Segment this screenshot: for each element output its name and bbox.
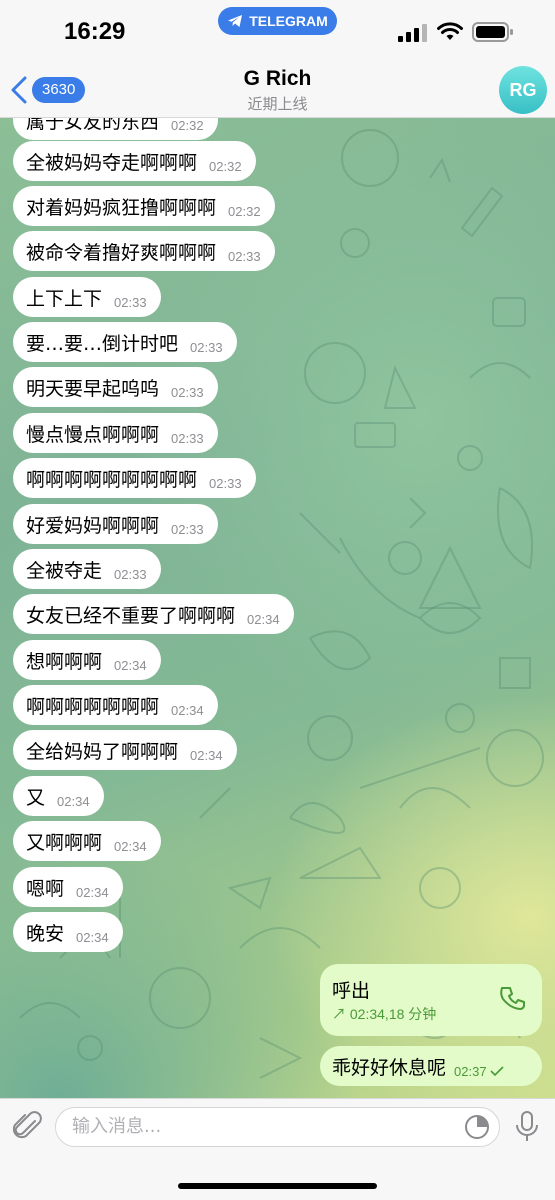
phone-icon[interactable] <box>500 986 526 1012</box>
attachment-icon[interactable] <box>13 1111 43 1143</box>
incoming-message[interactable]: 又啊啊啊 02:34 <box>13 821 161 861</box>
avatar[interactable]: RG <box>499 66 547 114</box>
message-time: 02:37 <box>454 1063 487 1079</box>
message-text: 全被夺走 <box>26 559 103 582</box>
message-text: 属于女友的东西 <box>26 118 160 133</box>
message-text: 明天要早起呜呜 <box>26 377 160 400</box>
message-time: 02:32 <box>209 158 242 174</box>
message-text: 啊啊啊啊啊啊啊啊啊 <box>26 468 198 491</box>
incoming-message[interactable]: 啊啊啊啊啊啊啊啊啊 02:33 <box>13 458 256 498</box>
message-time: 02:32 <box>171 118 204 133</box>
message-time: 02:33 <box>171 430 204 446</box>
incoming-message[interactable]: 属于女友的东西 02:32 <box>13 118 218 140</box>
incoming-message[interactable]: 想啊啊啊 02:34 <box>13 640 161 680</box>
message-time: 02:33 <box>114 294 147 310</box>
telegram-icon <box>228 15 243 27</box>
incoming-message[interactable]: 全被妈妈夺走啊啊啊 02:32 <box>13 141 256 181</box>
message-text: 又 <box>26 786 46 809</box>
status-bar: 16:29 TELEGRAM <box>0 0 555 60</box>
incoming-message[interactable]: 全给妈妈了啊啊啊 02:34 <box>13 730 237 770</box>
chat-header: 3630 G Rich 近期上线 RG <box>0 60 555 118</box>
message-time: 02:34 <box>190 747 223 763</box>
message-time: 02:34 <box>247 611 280 627</box>
message-time: 02:33 <box>171 384 204 400</box>
message-time: 02:33 <box>171 521 204 537</box>
incoming-message[interactable]: 明天要早起呜呜 02:33 <box>13 367 218 407</box>
sticker-icon[interactable] <box>464 1114 490 1140</box>
incoming-message[interactable]: 全被夺走 02:33 <box>13 549 161 589</box>
call-label: 呼出 <box>332 980 371 1002</box>
incoming-message[interactable]: 啊啊啊啊啊啊啊 02:34 <box>13 685 218 725</box>
outgoing-message[interactable]: 乖好好休息呢 02:37 <box>320 1046 542 1086</box>
chat-area[interactable]: 属于女友的东西 02:32 全被妈妈夺走啊啊啊 02:32 对着妈妈疯狂撸啊啊啊… <box>0 118 555 1098</box>
message-time: 02:33 <box>228 248 261 264</box>
incoming-message[interactable]: 对着妈妈疯狂撸啊啊啊 02:32 <box>13 186 275 226</box>
signal-icon <box>398 24 427 42</box>
message-time: 02:34 <box>57 793 90 809</box>
message-input[interactable]: 输入消息... <box>55 1107 500 1147</box>
telegram-pill[interactable]: TELEGRAM <box>218 7 337 35</box>
incoming-message[interactable]: 上下上下 02:33 <box>13 277 161 317</box>
incoming-message[interactable]: 被命令着撸好爽啊啊啊 02:33 <box>13 231 275 271</box>
incoming-message[interactable]: 好爱妈妈啊啊啊 02:33 <box>13 504 218 544</box>
incoming-message[interactable]: 慢点慢点啊啊啊 02:33 <box>13 413 218 453</box>
telegram-pill-label: TELEGRAM <box>249 13 328 29</box>
message-text: 好爱妈妈啊啊啊 <box>26 514 160 537</box>
message-text: 啊啊啊啊啊啊啊 <box>26 695 160 718</box>
status-time: 16:29 <box>64 18 126 45</box>
message-time: 02:34 <box>76 884 109 900</box>
message-input-bar: 输入消息... <box>0 1098 555 1200</box>
message-text: 晚安 <box>26 922 65 945</box>
incoming-message[interactable]: 又 02:34 <box>13 776 104 816</box>
message-text: 又啊啊啊 <box>26 831 103 854</box>
battery-icon <box>472 22 513 42</box>
message-text: 对着妈妈疯狂撸啊啊啊 <box>26 196 217 219</box>
message-text: 全被妈妈夺走啊啊啊 <box>26 151 198 174</box>
message-text: 上下上下 <box>26 287 103 310</box>
message-text: 要…要…倒计时吧 <box>26 332 179 355</box>
message-time: 02:34 <box>114 657 147 673</box>
message-text: 嗯啊 <box>26 877 65 900</box>
message-time: 02:34 <box>171 702 204 718</box>
message-text: 慢点慢点啊啊啊 <box>26 423 160 446</box>
sent-check-icon <box>489 1066 504 1077</box>
chat-status: 近期上线 <box>247 95 308 113</box>
wifi-icon <box>437 22 463 40</box>
chat-title[interactable]: G Rich <box>0 67 555 91</box>
message-time: 02:32 <box>228 203 261 219</box>
call-meta: ↗ 02:34,18 分钟 <box>332 1006 437 1022</box>
message-text: 全给妈妈了啊啊啊 <box>26 740 179 763</box>
message-time: 02:33 <box>114 566 147 582</box>
message-time: 02:34 <box>76 929 109 945</box>
message-time: 02:34 <box>114 838 147 854</box>
microphone-icon[interactable] <box>514 1111 540 1143</box>
message-text: 被命令着撸好爽啊啊啊 <box>26 241 217 264</box>
incoming-message[interactable]: 晚安 02:34 <box>13 912 123 952</box>
incoming-message[interactable]: 女友已经不重要了啊啊啊 02:34 <box>13 594 294 634</box>
message-time: 02:33 <box>190 339 223 355</box>
outgoing-call-bubble[interactable]: 呼出 ↗ 02:34,18 分钟 <box>320 964 542 1036</box>
incoming-message[interactable]: 嗯啊 02:34 <box>13 867 123 907</box>
home-indicator <box>178 1183 377 1189</box>
incoming-message[interactable]: 要…要…倒计时吧 02:33 <box>13 322 237 362</box>
message-text: 想啊啊啊 <box>26 650 103 673</box>
message-text: 女友已经不重要了啊啊啊 <box>26 604 236 627</box>
message-text: 乖好好休息呢 <box>332 1056 447 1079</box>
message-time: 02:33 <box>209 475 242 491</box>
